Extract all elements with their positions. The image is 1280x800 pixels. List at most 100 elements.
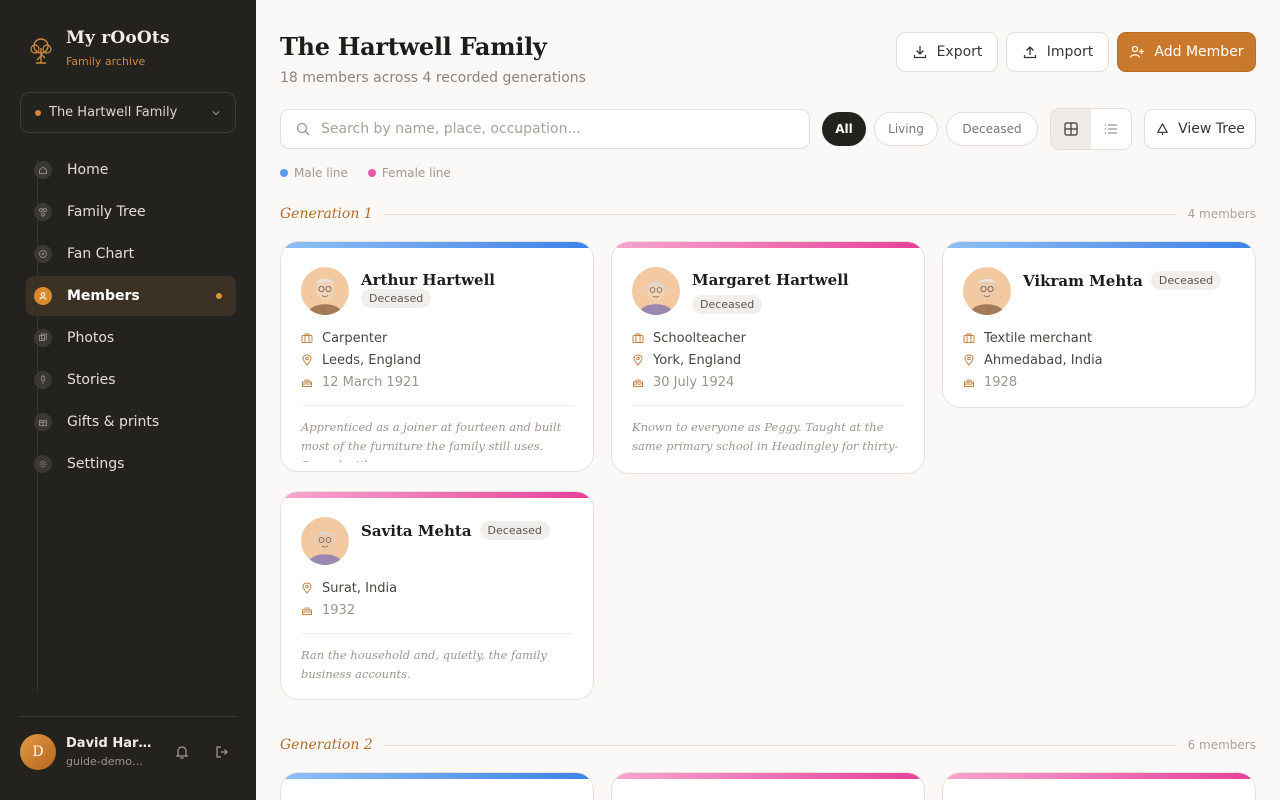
member-card[interactable]: Arthur Hartwell Deceased Carpenter Leeds… <box>280 241 594 472</box>
member-name: Margaret Hartwell <box>692 271 849 289</box>
male-line-bar <box>281 773 593 779</box>
place-row: Surat, India <box>301 577 573 599</box>
birth-row: 12 March 1921 <box>301 371 573 393</box>
avatar <box>301 517 349 565</box>
birth-date: 30 July 1924 <box>653 374 735 390</box>
sidebar-item-fan-chart[interactable]: Fan Chart <box>26 234 236 274</box>
birth-row: 30 July 1924 <box>632 371 904 393</box>
gift-icon <box>34 413 52 431</box>
export-button[interactable]: Export <box>896 32 998 72</box>
view-tree-button[interactable]: View Tree <box>1144 109 1256 149</box>
avatar <box>963 267 1011 315</box>
avatar[interactable]: D <box>20 734 56 770</box>
sidebar-item-label: Fan Chart <box>67 246 135 262</box>
cake-icon <box>302 379 312 387</box>
search-bar[interactable] <box>280 109 810 149</box>
place: Ahmedabad, India <box>984 352 1103 368</box>
family-dot <box>35 109 41 116</box>
sidebar-item-photos[interactable]: Photos <box>26 318 236 358</box>
sidebar-divider <box>20 716 236 717</box>
brand-subtitle: Family archive <box>66 55 146 68</box>
page-subtitle: 18 members across 4 recorded generations <box>280 70 586 86</box>
mic-icon <box>34 371 52 389</box>
export-label: Export <box>936 44 983 60</box>
sidebar-item-label: Home <box>67 162 109 178</box>
main-content: The Hartwell Family 18 members across 4 … <box>256 0 1280 800</box>
add-user-icon <box>1130 45 1145 58</box>
sidebar-nav: Home Family Tree Fan Chart Members Photo… <box>26 150 236 486</box>
members-icon <box>34 287 52 305</box>
generation-title: Generation 1 <box>280 206 373 222</box>
status-badge: Deceased <box>479 521 550 540</box>
upload-icon <box>1023 46 1036 59</box>
fan-chart-icon <box>34 245 52 263</box>
sidebar-item-members[interactable]: Members <box>26 276 236 316</box>
member-card[interactable] <box>942 772 1256 800</box>
sidebar-item-label: Gifts & prints <box>67 414 160 430</box>
sidebar-item-label: Members <box>67 288 140 304</box>
generation-count: 4 members <box>1187 207 1256 221</box>
family-selector[interactable]: The Hartwell Family <box>20 92 236 133</box>
generation-header: Generation 2 6 members <box>280 737 1256 753</box>
filter-all[interactable]: All <box>822 112 866 146</box>
generation-divider <box>384 744 1176 746</box>
sidebar-item-label: Settings <box>67 456 125 472</box>
member-card[interactable] <box>611 772 925 800</box>
page-title: The Hartwell Family <box>280 32 547 61</box>
sidebar-item-home[interactable]: Home <box>26 150 236 190</box>
occupation-row: Textile merchant <box>963 327 1235 349</box>
active-indicator <box>216 293 222 299</box>
female-dot <box>367 169 376 177</box>
map-pin-icon <box>302 582 312 594</box>
status-badge: Deceased <box>1150 271 1222 290</box>
view-tree-label: View Tree <box>1178 121 1245 137</box>
family-selector-value: The Hartwell Family <box>49 105 178 120</box>
user-profile[interactable]: D David Hartwell guide-demo@myroots.app <box>20 733 236 771</box>
grid-icon <box>1064 122 1078 136</box>
photos-icon <box>34 329 52 347</box>
list-view-button[interactable] <box>1091 109 1131 149</box>
sidebar-item-settings[interactable]: Settings <box>26 444 236 484</box>
member-card[interactable]: Margaret Hartwell Deceased Schoolteacher… <box>611 241 925 474</box>
member-card[interactable]: Savita Mehta Deceased Surat, India 1932 … <box>280 491 594 700</box>
tree-icon <box>34 203 52 221</box>
logout-icon[interactable] <box>214 744 230 760</box>
sidebar-item-gifts[interactable]: Gifts & prints <box>26 402 236 442</box>
home-icon <box>34 161 52 179</box>
legend-female-label: Female line <box>381 166 451 180</box>
list-icon <box>1104 124 1117 134</box>
add-member-button[interactable]: Add Member <box>1117 32 1256 72</box>
place-row: Ahmedabad, India <box>963 349 1235 371</box>
generation-header: Generation 1 4 members <box>280 206 1256 222</box>
cake-icon <box>964 379 974 387</box>
occupation: Schoolteacher <box>653 330 746 346</box>
filter-living[interactable]: Living <box>874 112 938 146</box>
brand[interactable]: My rOoOts Family archive <box>26 28 170 68</box>
place-row: Leeds, England <box>301 349 573 371</box>
filter-deceased[interactable]: Deceased <box>946 112 1038 146</box>
member-card[interactable]: Vikram Mehta Deceased Textile merchant A… <box>942 241 1256 408</box>
sidebar-item-stories[interactable]: Stories <box>26 360 236 400</box>
tree-icon <box>1157 122 1168 135</box>
avatar <box>632 267 680 315</box>
avatar <box>301 267 349 315</box>
tree-logo-icon <box>30 38 52 64</box>
import-button[interactable]: Import <box>1006 32 1109 72</box>
bell-icon[interactable] <box>174 744 190 760</box>
grid-view-button[interactable] <box>1051 109 1091 149</box>
female-line-bar <box>943 773 1255 779</box>
sidebar-item-family-tree[interactable]: Family Tree <box>26 192 236 232</box>
search-icon <box>296 122 310 136</box>
male-dot <box>280 169 288 177</box>
search-input[interactable] <box>321 121 795 137</box>
birth-date: 1932 <box>322 602 356 618</box>
brand-name: My rOoOts <box>66 28 170 48</box>
cake-icon <box>302 607 312 615</box>
member-bio: Apprenticed as a joiner at fourteen and … <box>301 420 562 462</box>
generation-count: 6 members <box>1187 738 1256 752</box>
download-icon <box>913 46 926 59</box>
view-toggle <box>1050 108 1132 150</box>
sidebar-item-label: Photos <box>67 330 115 346</box>
member-card[interactable] <box>280 772 594 800</box>
sidebar-item-label: Stories <box>67 372 116 388</box>
